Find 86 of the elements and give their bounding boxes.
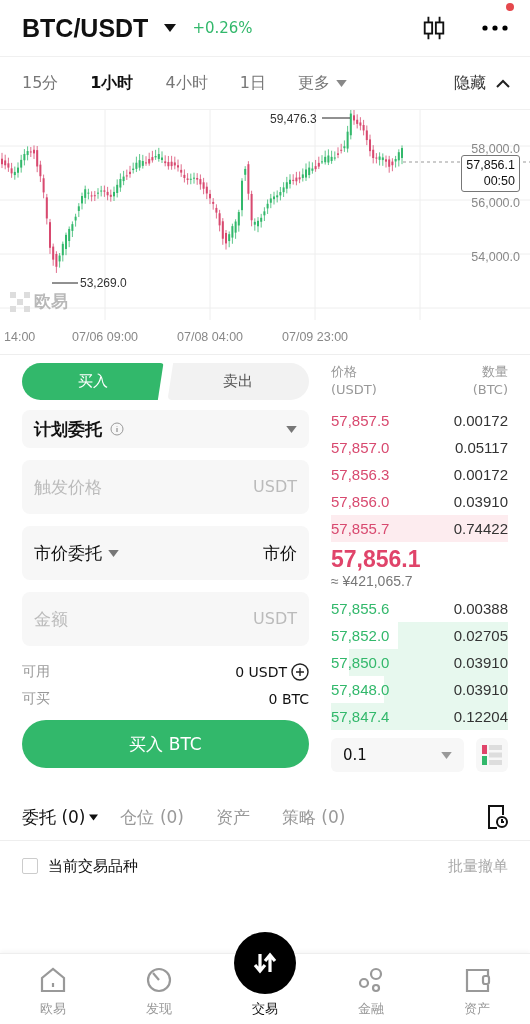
market-price-value: 市价 — [263, 541, 297, 565]
leader-line — [321, 117, 351, 119]
side-tab[interactable]: 卖出 — [167, 363, 309, 400]
add-icon[interactable] — [291, 662, 309, 681]
layout-icon[interactable] — [481, 744, 503, 767]
order-history-icon[interactable] — [486, 804, 508, 831]
home-icon[interactable] — [39, 966, 67, 994]
caret-icon[interactable] — [164, 24, 177, 32]
bid-price[interactable]: 57,847.4 — [331, 708, 390, 726]
buy-button[interactable]: 买入 BTC — [22, 720, 309, 768]
pair-title[interactable]: BTC/USDT — [22, 13, 149, 43]
nav-tab[interactable]: 欧易 — [40, 1000, 66, 1018]
price-column-header: 价格 (USDT) — [331, 363, 377, 400]
nav-tab[interactable]: 发现 — [146, 1000, 172, 1018]
timeframe-tab[interactable]: 15分 — [22, 72, 59, 94]
y-axis-label: 56,000.0 — [471, 196, 520, 210]
orders-tab[interactable]: 仓位 (0) — [120, 805, 184, 829]
y-axis-label: 58,000.0 — [471, 142, 520, 156]
orders-tab[interactable]: 委托 (0) — [22, 805, 86, 829]
filter-label: 当前交易品种 — [48, 856, 138, 876]
orders-tab[interactable]: 资产 — [215, 805, 250, 829]
ask-quantity: 0.00172 — [453, 466, 508, 484]
chevron-up-icon[interactable] — [496, 78, 510, 88]
ask-price[interactable]: 57,855.7 — [331, 520, 390, 538]
ask-price[interactable]: 57,856.0 — [331, 493, 390, 511]
bid-price[interactable]: 57,852.0 — [331, 627, 390, 645]
caret-icon — [286, 425, 297, 433]
ask-quantity: 0.00172 — [453, 412, 508, 430]
bid-quantity: 0.02705 — [453, 627, 508, 645]
nav-tab[interactable]: 交易 — [252, 1000, 278, 1018]
order-type-select[interactable]: 计划委托 — [22, 410, 309, 448]
unit-label: USDT — [253, 609, 297, 628]
quantity-column-header: 数量 (BTC) — [472, 363, 508, 400]
timeframe-tab[interactable]: 更多 — [297, 72, 330, 94]
can-buy-value: 0 BTC — [268, 690, 309, 707]
y-axis-label: 54,000.0 — [471, 250, 520, 264]
leader-line — [51, 282, 79, 284]
bid-quantity: 0.03910 — [453, 681, 508, 699]
x-axis-label: 07/09 23:00 — [281, 330, 350, 344]
nav-tab[interactable]: 金融 — [358, 1000, 384, 1018]
bid-price[interactable]: 57,848.0 — [331, 681, 390, 699]
bid-quantity: 0.12204 — [453, 708, 508, 726]
nav-tab[interactable]: 资产 — [464, 1000, 490, 1018]
x-axis-label: 07/06 09:00 — [71, 330, 140, 344]
orders-tab[interactable]: 策略 (0) — [281, 805, 346, 829]
last-price: 57,856.1 — [331, 546, 422, 574]
available-label: 可用 — [22, 662, 50, 681]
side-tab[interactable]: 买入 — [22, 363, 164, 400]
countdown: 00:50 — [483, 173, 515, 190]
high-price-label: 59,476.3 — [270, 112, 317, 126]
ask-price[interactable]: 57,856.3 — [331, 466, 390, 484]
checkbox[interactable] — [22, 858, 38, 875]
timeframe-tab[interactable]: 4小时 — [165, 72, 208, 94]
low-price-label: 53,269.0 — [80, 276, 127, 290]
bid-price[interactable]: 57,850.0 — [331, 654, 390, 672]
caret-icon[interactable] — [89, 813, 99, 821]
hide-chart-button[interactable]: 隐藏 — [454, 72, 486, 94]
can-buy-label: 可买 — [22, 689, 50, 708]
more-icon[interactable] — [482, 25, 508, 31]
available-value: 0 USDT — [235, 663, 287, 680]
ask-price[interactable]: 57,857.0 — [331, 439, 390, 457]
timeframe-tab[interactable]: 1小时 — [90, 72, 134, 94]
logo-icon — [10, 291, 30, 312]
precision-select[interactable]: 0.1 — [343, 746, 367, 765]
unit-label: USDT — [253, 477, 297, 496]
timeframe-tab[interactable]: 1日 — [239, 72, 266, 94]
bid-quantity: 0.00388 — [453, 600, 508, 618]
fiat-price: ≈ ¥421,065.7 — [331, 573, 414, 590]
bid-price[interactable]: 57,855.6 — [331, 600, 390, 618]
info-icon[interactable] — [110, 422, 124, 436]
ask-quantity: 0.03910 — [453, 493, 508, 511]
compass-icon[interactable] — [145, 966, 173, 994]
current-price: 57,856.1 — [466, 158, 515, 174]
wallet-icon[interactable] — [463, 966, 491, 994]
bubbles-icon[interactable] — [357, 966, 385, 994]
market-order-select[interactable]: 市价委托 — [34, 541, 102, 565]
batch-cancel-button[interactable]: 批量撤单 — [448, 856, 508, 876]
x-axis-label: 14:00 — [3, 330, 37, 344]
candlestick-icon[interactable] — [422, 15, 446, 41]
bid-quantity: 0.03910 — [453, 654, 508, 672]
ask-quantity: 0.74422 — [453, 520, 508, 538]
ask-price[interactable]: 57,857.5 — [331, 412, 390, 430]
price-change: +0.26% — [192, 19, 253, 37]
x-axis-label: 07/08 04:00 — [176, 330, 245, 344]
chart-watermark: 欧易 — [34, 290, 68, 313]
ask-quantity: 0.05117 — [454, 439, 508, 457]
